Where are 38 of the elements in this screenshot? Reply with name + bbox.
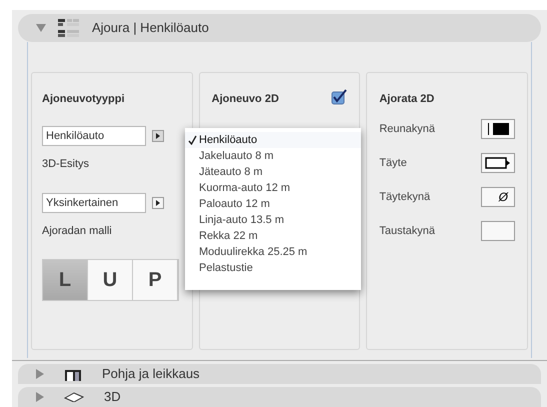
panel-heading: Ajoneuvo 2D [212, 92, 279, 107]
section-header[interactable]: Pohja ja leikkaus [18, 364, 541, 384]
field-label: Täyte [379, 156, 407, 172]
pen-swatch[interactable]: Ø [481, 187, 515, 208]
fill-swatch[interactable] [481, 153, 515, 174]
grid-list-icon [58, 18, 80, 38]
section-title: 3D [104, 388, 121, 406]
panel-heading: Ajorata 2D [379, 92, 436, 107]
menu-item[interactable]: Henkilöauto [185, 132, 361, 148]
menu-item[interactable]: Kuorma-auto 12 m [185, 180, 361, 196]
field-label: Reunakynä [379, 122, 435, 138]
box-icon [64, 392, 84, 402]
dropdown-field[interactable]: Henkilöauto [42, 126, 146, 146]
checkmark-icon [188, 135, 197, 145]
plan-section-icon [64, 367, 82, 381]
segment-button[interactable]: P [133, 260, 178, 300]
menu-item[interactable]: Rekka 22 m [185, 228, 361, 244]
menu-item[interactable]: Jäteauto 8 m [185, 164, 361, 180]
section-title: Ajoura | Henkilöauto [92, 19, 209, 38]
field-label: 3D-Esitys [42, 157, 90, 172]
section-header[interactable]: 3D [18, 387, 541, 407]
section-header[interactable]: Ajoura | Henkilöauto [18, 14, 541, 42]
segment-button[interactable]: L [43, 260, 88, 300]
segment-button[interactable]: U [88, 260, 133, 300]
field-label: Ajoradan malli [42, 224, 113, 239]
menu-item[interactable]: Linja-auto 13.5 m [185, 212, 361, 228]
field-label: Täytekynä [379, 190, 430, 206]
section-title: Pohja ja leikkaus [102, 365, 200, 384]
menu-item[interactable]: Moduulirekka 25.25 m [185, 244, 361, 260]
dropdown-field[interactable]: Yksinkertainen [42, 192, 146, 213]
menu-item[interactable]: Pelastustie [185, 260, 361, 276]
panel-heading: Ajoneuvotyyppi [42, 92, 126, 107]
menu-item[interactable]: Paloauto 12 m [185, 196, 361, 212]
pen-swatch[interactable] [481, 221, 515, 242]
pen-swatch[interactable] [481, 119, 515, 140]
field-label: Taustakynä [379, 224, 435, 240]
checkbox[interactable] [331, 88, 348, 105]
menu-item[interactable]: Jakeluauto 8 m [185, 148, 361, 164]
